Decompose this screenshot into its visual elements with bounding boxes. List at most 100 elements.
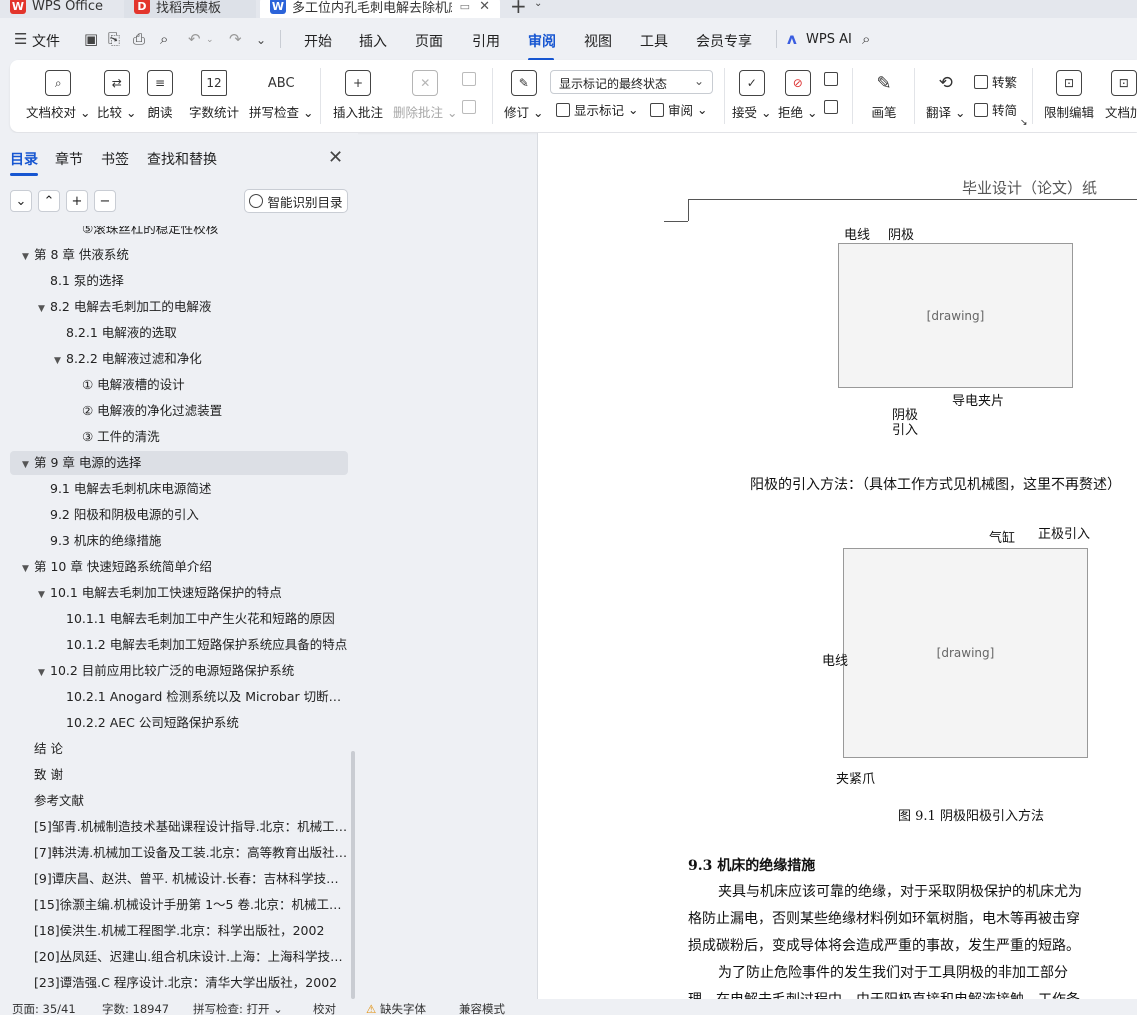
toc-item[interactable]: 致 谢: [10, 763, 348, 787]
prev-comment-icon[interactable]: [462, 72, 480, 86]
toc-item[interactable]: [7]韩洪涛.机械加工设备及工装.北京：高等教育出版社, 2009: [10, 841, 348, 865]
hamburger-menu-icon[interactable]: ☰: [14, 30, 27, 48]
dialog-launcher-icon[interactable]: ↘: [1020, 118, 1028, 128]
menu-insert[interactable]: 插入: [359, 31, 387, 51]
save-icon[interactable]: ▣: [84, 30, 98, 48]
toc-item[interactable]: [20]丛凤廷、迟建山.组合机床设计.上海：上海科学技术出版社: [10, 945, 348, 969]
doc-check-button[interactable]: ⌕ 文档校对 ⌄: [26, 70, 90, 121]
close-tab-icon[interactable]: ✕: [479, 0, 490, 14]
toc-item[interactable]: 10.1.2 电解去毛刺加工短路保护系统应具备的特点: [10, 633, 348, 657]
expand-toggle-icon[interactable]: ▼: [22, 453, 34, 475]
menu-file[interactable]: 文件: [32, 31, 60, 51]
toc-item[interactable]: [9]谭庆昌、赵洪、曾平. 机械设计.长春：吉林科学技术出版社: [10, 867, 348, 891]
search-icon[interactable]: ⌕: [862, 30, 870, 48]
status-missing-font[interactable]: ⚠ 缺失字体: [366, 1001, 426, 1015]
word-count-button[interactable]: 12 字数统计: [189, 70, 239, 121]
nav-tab-bookmarks[interactable]: 书签: [101, 149, 129, 169]
toc-item[interactable]: ① 电解液槽的设计: [10, 373, 348, 397]
redo-icon[interactable]: ↷: [229, 30, 242, 48]
undo-dropdown-icon[interactable]: ⌄: [206, 35, 214, 45]
remove-heading-button[interactable]: −: [94, 190, 116, 212]
print-icon[interactable]: ⎙: [133, 30, 145, 48]
more-chevron-icon[interactable]: ⌄: [256, 33, 266, 47]
close-pane-icon[interactable]: ✕: [328, 147, 343, 168]
toc-item[interactable]: 9.1 电解去毛刺机床电源简述: [10, 477, 348, 501]
reject-button[interactable]: ⊘ 拒绝 ⌄: [778, 70, 817, 121]
read-aloud-button[interactable]: ≡ 朗读: [147, 70, 173, 121]
menu-page[interactable]: 页面: [415, 31, 443, 51]
toc-item[interactable]: ▼ 10.1 电解去毛刺加工快速短路保护的特点: [10, 581, 348, 605]
undo-icon[interactable]: ↶: [188, 30, 201, 48]
menu-tools[interactable]: 工具: [640, 31, 668, 51]
nav-tab-find-replace[interactable]: 查找和替换: [147, 149, 217, 169]
to-traditional-button[interactable]: 转繁: [974, 72, 1017, 91]
toc-item[interactable]: 参考文献: [10, 789, 348, 813]
toc-item[interactable]: 10.2.2 AEC 公司短路保护系统: [10, 711, 348, 735]
nav-tab-toc[interactable]: 目录: [10, 149, 38, 169]
spell-check-button[interactable]: ABC 拼写检查 ⌄: [249, 70, 313, 121]
toc-item[interactable]: ▼ 第 9 章 电源的选择: [10, 451, 348, 475]
expand-toggle-icon[interactable]: ▼: [54, 349, 66, 371]
add-heading-button[interactable]: +: [66, 190, 88, 212]
toc-item[interactable]: 结 论: [10, 737, 348, 761]
status-word-count[interactable]: 字数: 18947: [102, 1001, 169, 1015]
show-markup-button[interactable]: 显示标记 ⌄: [556, 100, 638, 119]
toc-item[interactable]: 9.3 机床的绝缘措施: [10, 529, 348, 553]
expand-toggle-icon[interactable]: ▼: [38, 297, 50, 319]
tab-docer-templates[interactable]: D 找稻壳模板: [124, 0, 256, 18]
toc-item[interactable]: [23]谭浩强.C 程序设计.北京：清华大学出版社，2002: [10, 971, 348, 995]
nav-tab-chapters[interactable]: 章节: [55, 149, 83, 169]
accept-button[interactable]: ✓ 接受 ⌄: [732, 70, 771, 121]
tab-wps-office[interactable]: W WPS Office: [0, 0, 120, 18]
menu-wps-ai[interactable]: WPS AI: [806, 32, 852, 47]
compare-button[interactable]: ⇄ 比较 ⌄: [97, 70, 136, 121]
collapse-all-button[interactable]: ⌄: [10, 190, 32, 212]
review-pane-button[interactable]: 审阅 ⌄: [650, 100, 707, 119]
menu-reference[interactable]: 引用: [472, 31, 500, 51]
window-icon[interactable]: ▭: [460, 0, 470, 13]
menu-review[interactable]: 审阅: [528, 31, 556, 51]
expand-up-button[interactable]: ⌃: [38, 190, 60, 212]
menu-view[interactable]: 视图: [584, 31, 612, 51]
toc-item[interactable]: ③ 工件的清洗: [10, 425, 348, 449]
to-simplified-button[interactable]: 转简: [974, 100, 1017, 119]
revise-button[interactable]: ✎ 修订 ⌄: [504, 70, 543, 121]
expand-toggle-icon[interactable]: ▼: [22, 557, 34, 579]
expand-toggle-icon[interactable]: ▼: [38, 583, 50, 605]
new-tab-icon[interactable]: +: [510, 0, 527, 18]
status-page[interactable]: 页面: 35/41: [12, 1001, 76, 1015]
toc-item[interactable]: [18]侯洪生.机械工程图学.北京：科学出版社，2002: [10, 919, 348, 943]
pen-button[interactable]: ✎ 画笔: [871, 70, 897, 121]
status-proofread[interactable]: 校对: [313, 1001, 336, 1015]
toc-item[interactable]: 10.1.1 电解去毛刺加工中产生火花和短路的原因: [10, 607, 348, 631]
toc-item[interactable]: 10.2.1 Anogard 检测系统以及 Microbar 切断装置: [10, 685, 348, 709]
next-revision-icon[interactable]: [824, 100, 842, 114]
print-preview-icon[interactable]: ⌕: [160, 30, 168, 48]
toc-item[interactable]: 9.2 阳极和阴极电源的引入: [10, 503, 348, 527]
wps-ai-icon[interactable]: ʌ: [787, 30, 797, 48]
status-spell-check[interactable]: 拼写检查: 打开 ⌄: [193, 1001, 283, 1015]
smart-toc-button[interactable]: 智能识别目录: [244, 189, 348, 213]
toc-item[interactable]: 8.1 泵的选择: [10, 269, 348, 293]
insert-comment-button[interactable]: + 插入批注: [333, 70, 383, 121]
translate-button[interactable]: ⟲ 翻译 ⌄: [926, 70, 965, 121]
document-canvas[interactable]: 毕业设计（论文）纸 [drawing] 电线 阴极 导电夹片 阴极 引入 阳极的…: [537, 133, 1137, 999]
toc-item[interactable]: ▼ 8.2 电解去毛刺加工的电解液: [10, 295, 348, 319]
expand-toggle-icon[interactable]: ▼: [38, 661, 50, 683]
markup-state-select[interactable]: 显示标记的最终状态 ⌄: [550, 70, 713, 94]
toc-item[interactable]: [5]邹青.机械制造技术基础课程设计指导.北京：机械工业出版社: [10, 815, 348, 839]
toc-item[interactable]: ⑤滚珠丝杠的稳定性校核: [10, 226, 348, 241]
expand-toggle-icon[interactable]: ▼: [22, 245, 34, 267]
chevron-down-icon[interactable]: ⌄: [534, 0, 542, 9]
toc-item[interactable]: 8.2.1 电解液的选取: [10, 321, 348, 345]
toc-item[interactable]: ▼ 8.2.2 电解液过滤和净化: [10, 347, 348, 371]
tab-document[interactable]: W 多工位内孔毛刺电解去除机床 ▭ ✕: [260, 0, 500, 18]
toc-item[interactable]: [15]徐灏主编.机械设计手册第 1～5 卷.北京：机械工业出版社: [10, 893, 348, 917]
prev-revision-icon[interactable]: [824, 72, 842, 86]
restrict-edit-button[interactable]: ⊡ 限制编辑: [1044, 70, 1094, 121]
share-icon[interactable]: ⎘: [108, 30, 120, 48]
menu-home[interactable]: 开始: [304, 31, 332, 51]
menu-member[interactable]: 会员专享: [696, 31, 752, 51]
toc-item[interactable]: ② 电解液的净化过滤装置: [10, 399, 348, 423]
next-comment-icon[interactable]: [462, 100, 480, 114]
